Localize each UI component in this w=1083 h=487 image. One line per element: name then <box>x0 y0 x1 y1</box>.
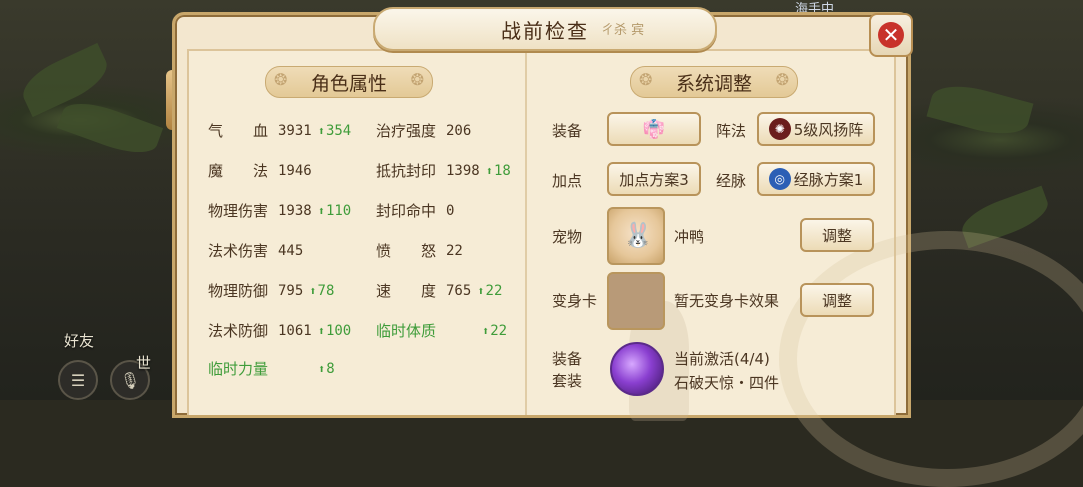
increase-arrow-icon: 22 <box>477 283 503 299</box>
increase-arrow-icon: 110 <box>318 203 351 219</box>
title-banner: 战前检查 ㄔ杀 宾 <box>373 7 717 51</box>
attributes-header: 角色属性 <box>265 66 433 98</box>
increase-arrow-icon: 100 <box>318 323 351 339</box>
watermark-emblem <box>779 231 1083 487</box>
pet-adjust-button[interactable]: 调整 <box>800 218 874 252</box>
close-icon: ✕ <box>878 22 904 48</box>
close-button[interactable]: ✕ <box>869 13 913 57</box>
addpoint-label: 加点 <box>552 172 583 190</box>
chat-icon[interactable]: ☰ <box>58 360 98 400</box>
attr-mp: 魔 法 1946 <box>208 162 312 180</box>
attr-phys-dmg: 物理伤害 1938 110 <box>208 200 351 221</box>
meridian-label: 经脉 <box>716 172 747 190</box>
attr-speed: 速 度 765 22 <box>376 280 502 301</box>
suit-status: 当前激活(4/4) <box>674 350 770 368</box>
attr-hp: 气 血 3931 354 <box>208 120 351 141</box>
transform-card-slot[interactable] <box>607 272 665 330</box>
world-channel-label[interactable]: 世 <box>136 352 151 373</box>
attr-phys-def: 物理防御 795 78 <box>208 280 334 301</box>
attr-heal: 治疗强度 206 <box>376 122 472 140</box>
column-divider <box>525 49 527 415</box>
meridian-icon: ◎ <box>768 168 791 190</box>
suit-effect-icon[interactable] <box>610 342 664 396</box>
friends-label[interactable]: 好友 <box>64 330 94 351</box>
title-decoration: ㄔ杀 宾 <box>601 23 645 38</box>
attr-temp-con: 临时体质 22 <box>376 320 507 341</box>
pet-name: 冲鸭 <box>674 228 705 246</box>
equip-button[interactable]: 👘 <box>607 112 701 146</box>
attr-seal-resist: 抵抗封印 1398 18 <box>376 160 511 181</box>
suit-name: 石破天惊・四件 <box>674 374 780 392</box>
increase-arrow-icon: 354 <box>318 123 351 139</box>
formation-button[interactable]: ✺ 5级风扬阵 <box>757 112 875 146</box>
increase-arrow-icon: 18 <box>486 163 511 179</box>
pet-portrait-icon: 🐰 <box>623 221 653 249</box>
suit-label-line2: 套装 <box>552 372 583 390</box>
attr-temp-str: 临时力量 8 <box>208 358 335 379</box>
transform-label: 变身卡 <box>552 292 598 310</box>
system-header: 系统调整 <box>630 66 798 98</box>
pet-avatar[interactable]: 🐰 <box>607 207 665 265</box>
attr-magic-def: 法术防御 1061 100 <box>208 320 351 341</box>
armor-icon: 👘 <box>642 118 666 140</box>
attr-rage: 愤 怒 22 <box>376 242 463 260</box>
attr-magic-dmg: 法术伤害 445 <box>208 242 304 260</box>
panel-title: 战前检查 <box>501 19 589 43</box>
increase-arrow-icon: 22 <box>482 323 507 339</box>
transform-value: 暂无变身卡效果 <box>674 292 780 310</box>
formation-icon: ✺ <box>768 118 791 140</box>
meridian-button[interactable]: ◎ 经脉方案1 <box>757 162 875 196</box>
pet-label: 宠物 <box>552 228 583 246</box>
attr-seal-hit: 封印命中 0 <box>376 202 455 220</box>
equip-label: 装备 <box>552 122 583 140</box>
addpoint-button[interactable]: 加点方案3 <box>607 162 701 196</box>
increase-arrow-icon: 8 <box>318 361 334 377</box>
transform-adjust-button[interactable]: 调整 <box>800 283 874 317</box>
suit-label-line1: 装备 <box>552 350 583 368</box>
increase-arrow-icon: 78 <box>309 283 335 299</box>
formation-label: 阵法 <box>716 122 747 140</box>
